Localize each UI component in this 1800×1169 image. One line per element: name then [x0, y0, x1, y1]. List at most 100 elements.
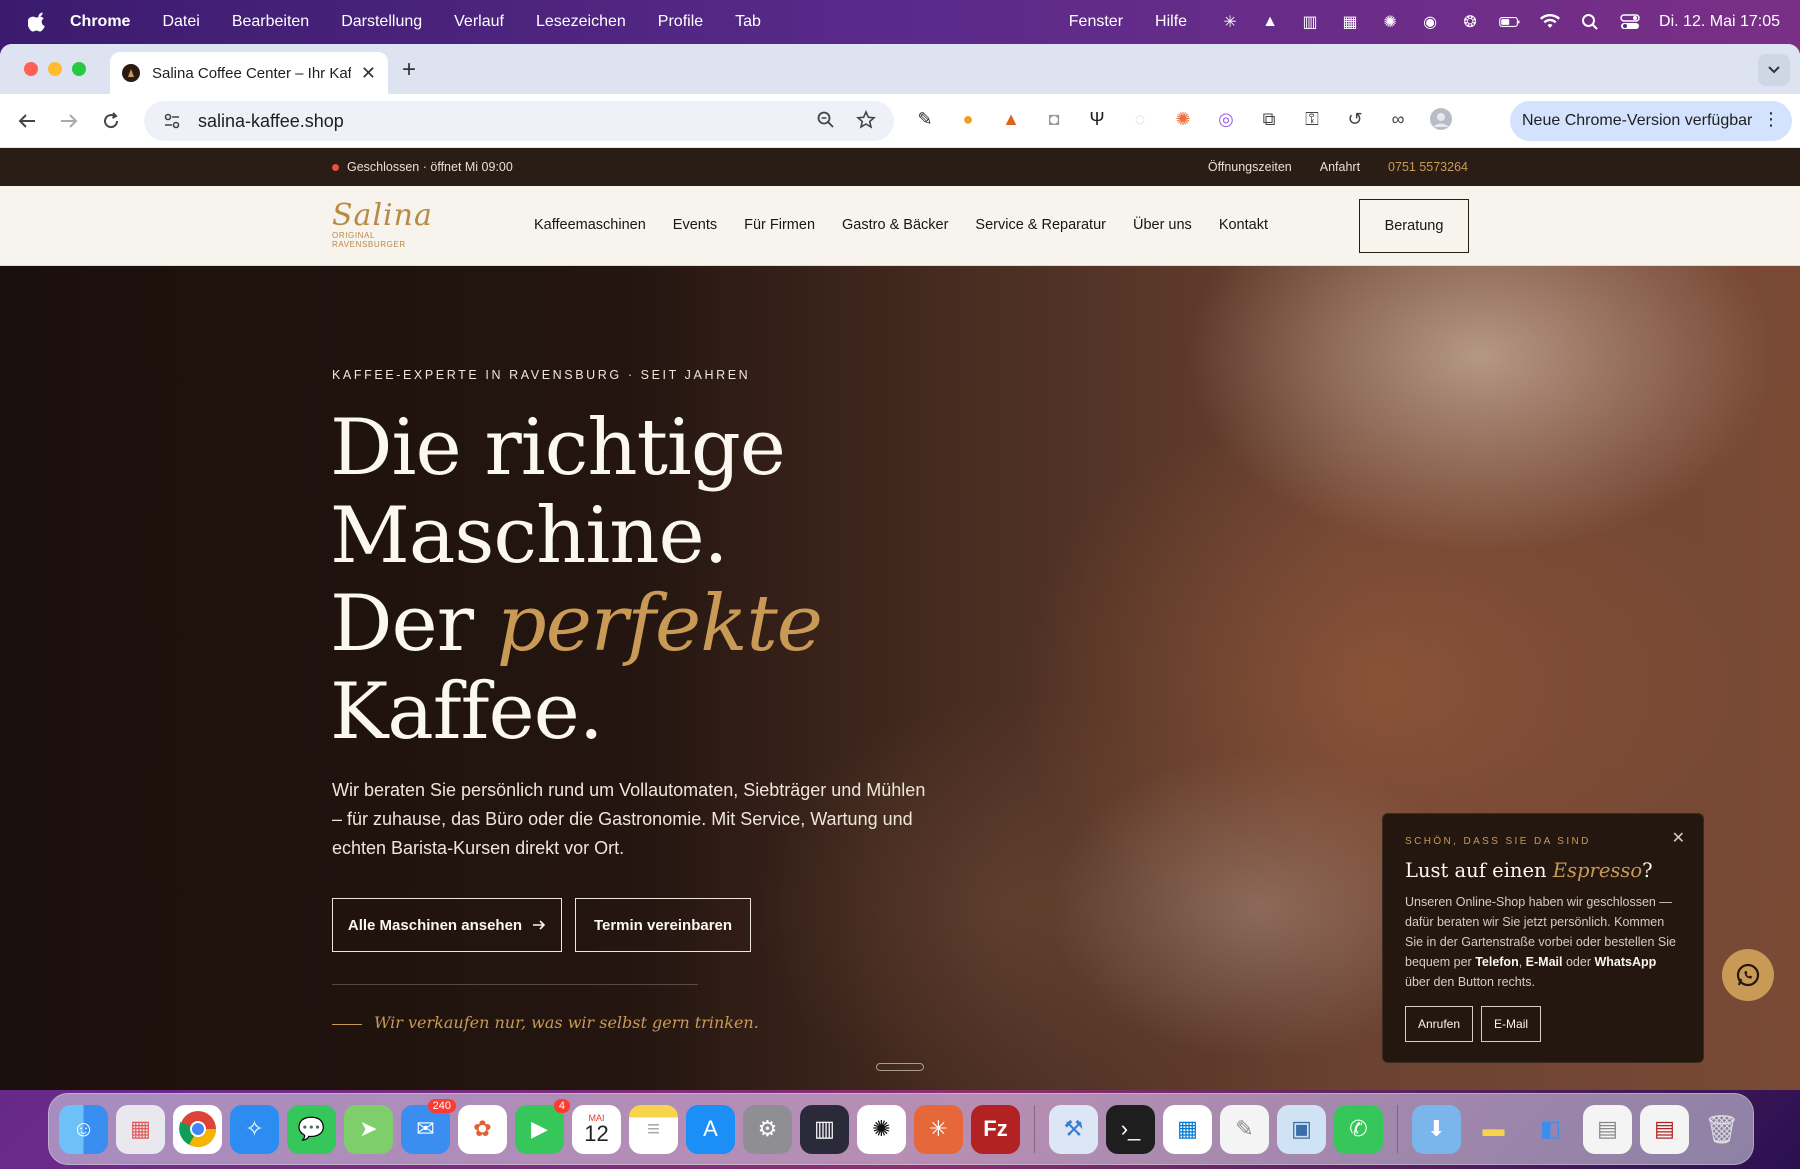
hammer-app-icon[interactable]: ⚒ — [1049, 1104, 1098, 1154]
textedit-icon[interactable]: ✎ — [1220, 1104, 1269, 1154]
menu-datei[interactable]: Datei — [162, 13, 199, 31]
whatsapp-button[interactable] — [1722, 949, 1774, 1001]
nav-ueber-uns[interactable]: Über uns — [1133, 217, 1192, 233]
reload-icon[interactable] — [98, 108, 124, 134]
scroll-indicator[interactable] — [876, 1063, 924, 1071]
menu-darstellung[interactable]: Darstellung — [341, 13, 422, 31]
new-tab-button[interactable]: + — [402, 56, 416, 84]
calendar-icon[interactable]: MAI 12 — [572, 1104, 621, 1154]
minimized-window-2-icon[interactable]: ◧ — [1526, 1105, 1575, 1154]
terminal-icon[interactable]: ›_ — [1106, 1104, 1155, 1154]
menubar-clock[interactable]: Di. 12. Mai 17:05 — [1659, 13, 1780, 31]
whatsapp-dock-icon[interactable]: ✆ — [1334, 1104, 1383, 1154]
audio-meter-status-icon[interactable]: ▥ — [1299, 11, 1321, 33]
app-store-icon[interactable]: A — [686, 1104, 735, 1154]
chrome-update-button[interactable]: Neue Chrome-Version verfügbar ⋮ — [1510, 101, 1792, 141]
audio-app-icon[interactable]: ▥ — [800, 1104, 849, 1154]
popup-close-icon[interactable]: ✕ — [1672, 828, 1685, 848]
grid-status-icon[interactable]: ▦ — [1339, 11, 1361, 33]
all-machines-button[interactable]: Alle Maschinen ansehen — [332, 898, 562, 952]
mail-icon[interactable]: ✉ 240 — [401, 1098, 456, 1154]
more-menu-icon[interactable]: ⋮ — [1762, 109, 1780, 130]
nav-fuer-firmen[interactable]: Für Firmen — [744, 217, 815, 233]
consultation-button[interactable]: Beratung — [1359, 199, 1469, 253]
tab-search-chevron-icon[interactable] — [1758, 54, 1790, 86]
trash-icon[interactable]: 🗑 — [1697, 1105, 1746, 1154]
finder-icon[interactable]: ☺ — [59, 1104, 108, 1154]
menu-profile[interactable]: Profile — [658, 13, 703, 31]
copilot-status-icon[interactable]: ◉ — [1419, 11, 1441, 33]
opening-hours-link[interactable]: Öffnungszeiten — [1208, 160, 1292, 174]
phone-link[interactable]: 0751 5573264 — [1388, 160, 1468, 174]
link-icon[interactable]: ∞ — [1385, 106, 1411, 132]
wifi-icon[interactable] — [1539, 11, 1561, 33]
spotlight-search-icon[interactable] — [1579, 11, 1601, 33]
minimized-window-1-icon[interactable]: ▬ — [1469, 1105, 1518, 1154]
filezilla-icon[interactable]: Fz — [971, 1104, 1020, 1154]
nav-kaffeemaschinen[interactable]: Kaffeemaschinen — [534, 217, 646, 233]
circle-extension-icon[interactable]: ◌ — [1127, 106, 1153, 132]
nav-service-reparatur[interactable]: Service & Reparatur — [975, 217, 1106, 233]
facetime-icon[interactable]: ▶ 4 — [515, 1098, 570, 1154]
minimized-window-4-icon[interactable]: ▤ — [1640, 1104, 1689, 1154]
safari-icon[interactable]: ✧ — [230, 1104, 279, 1154]
fire-extension-icon[interactable]: ▲ — [998, 106, 1024, 132]
menu-lesezeichen[interactable]: Lesezeichen — [536, 13, 626, 31]
close-tab-icon[interactable]: ✕ — [361, 63, 376, 84]
call-button[interactable]: Anrufen — [1405, 1006, 1474, 1042]
site-settings-icon[interactable] — [162, 111, 182, 131]
radio-extension-icon[interactable]: ◎ — [1213, 106, 1239, 132]
password-key-icon[interactable]: ⚿ — [1299, 106, 1325, 132]
openai-status-icon[interactable]: ✺ — [1379, 11, 1401, 33]
menu-verlauf[interactable]: Verlauf — [454, 13, 504, 31]
close-window-button[interactable] — [24, 62, 38, 76]
site-logo[interactable]: Salina ORIGINAL RAVENSBURGER — [332, 198, 432, 254]
menu-hilfe[interactable]: Hilfe — [1155, 13, 1187, 31]
minimize-window-button[interactable] — [48, 62, 62, 76]
minimized-window-3-icon[interactable]: ▤ — [1583, 1104, 1632, 1154]
zoom-icon[interactable] — [816, 110, 836, 135]
eyedropper-extension-icon[interactable]: ✎ — [912, 106, 938, 132]
url-text[interactable]: salina-kaffee.shop — [198, 111, 344, 132]
battery-icon[interactable] — [1499, 11, 1521, 33]
photos-icon[interactable]: ✿ — [458, 1104, 507, 1154]
chatgpt-icon[interactable]: ✺ — [857, 1104, 906, 1154]
menu-app-chrome[interactable]: Chrome — [70, 13, 130, 31]
menu-fenster[interactable]: Fenster — [1069, 13, 1123, 31]
preview-icon[interactable]: ▣ — [1277, 1104, 1326, 1154]
menu-bearbeiten[interactable]: Bearbeiten — [232, 13, 309, 31]
active-tab[interactable]: Salina Coffee Center – Ihr Kaf ✕ — [110, 52, 388, 94]
puzzle-extensions-icon[interactable]: ⧉ — [1256, 106, 1282, 132]
claude-icon[interactable]: ✳ — [914, 1104, 963, 1154]
maps-icon[interactable]: ➤ — [344, 1104, 393, 1154]
drive-status-icon[interactable]: ▲ — [1259, 11, 1281, 33]
address-bar[interactable]: salina-kaffee.shop — [144, 101, 894, 141]
bookmark-star-icon[interactable] — [856, 110, 876, 135]
downloads-folder-icon[interactable]: ⬇ — [1412, 1104, 1461, 1154]
messages-icon[interactable]: 💬 — [287, 1104, 336, 1154]
profile-avatar[interactable] — [1428, 106, 1454, 132]
notes-icon[interactable]: ≡ — [629, 1104, 678, 1154]
launchpad-icon[interactable]: ▦ — [116, 1104, 165, 1154]
book-appointment-button[interactable]: Termin vereinbaren — [575, 898, 751, 952]
email-button[interactable]: E-Mail — [1481, 1006, 1542, 1042]
fork-extension-icon[interactable]: Ψ — [1084, 106, 1110, 132]
orange-egg-extension-icon[interactable]: ● — [955, 106, 981, 132]
menu-tab[interactable]: Tab — [735, 13, 761, 31]
windows-app-icon[interactable]: ▦ — [1163, 1104, 1212, 1154]
nav-events[interactable]: Events — [673, 217, 717, 233]
camera-extension-icon[interactable]: ◘ — [1041, 106, 1067, 132]
sparkle-status-icon[interactable]: ✳ — [1219, 11, 1241, 33]
system-settings-icon[interactable]: ⚙ — [743, 1104, 792, 1154]
sunburst-extension-icon[interactable]: ✺ — [1170, 106, 1196, 132]
directions-link[interactable]: Anfahrt — [1320, 160, 1360, 174]
control-center-icon[interactable] — [1619, 11, 1641, 33]
brain-status-icon[interactable]: ❂ — [1459, 11, 1481, 33]
apple-icon[interactable] — [28, 12, 48, 32]
nav-gastro-baecker[interactable]: Gastro & Bäcker — [842, 217, 948, 233]
back-arrow-icon[interactable] — [14, 108, 40, 134]
history-icon[interactable]: ↺ — [1342, 106, 1368, 132]
chrome-icon[interactable] — [173, 1104, 222, 1154]
nav-kontakt[interactable]: Kontakt — [1219, 217, 1268, 233]
forward-arrow-icon[interactable] — [56, 108, 82, 134]
